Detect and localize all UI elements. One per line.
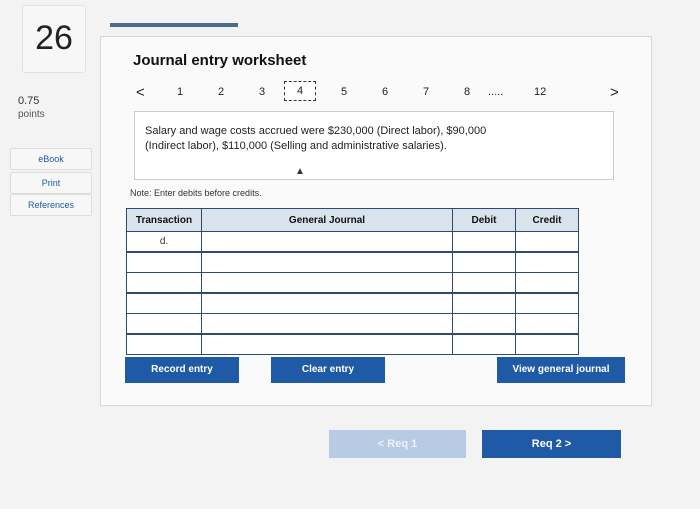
tab-7[interactable]: 7 — [423, 86, 429, 98]
table-row — [126, 272, 579, 294]
transaction-cell — [126, 292, 202, 314]
header-debit: Debit — [452, 208, 516, 232]
credit-input[interactable] — [515, 251, 579, 273]
tab-6[interactable]: 6 — [382, 86, 388, 98]
account-input[interactable] — [201, 272, 453, 294]
credit-input[interactable] — [515, 272, 579, 294]
clear-entry-button[interactable]: Clear entry — [271, 357, 385, 383]
credit-input[interactable] — [515, 313, 579, 335]
table-header-row: Transaction General Journal Debit Credit — [126, 208, 579, 232]
note-text: Note: Enter debits before credits. — [130, 188, 262, 198]
tab-5[interactable]: 5 — [341, 86, 347, 98]
prev-entry-arrow[interactable]: < — [136, 84, 145, 101]
table-row — [126, 292, 579, 314]
prompt-text: Salary and wage costs accrued were $230,… — [145, 124, 486, 154]
table-row — [126, 313, 579, 335]
journal-table: Transaction General Journal Debit Credit… — [126, 208, 579, 355]
debit-input[interactable] — [452, 272, 516, 294]
table-row — [126, 251, 579, 273]
account-input[interactable] — [201, 313, 453, 335]
record-entry-button[interactable]: Record entry — [125, 357, 239, 383]
header-general-journal: General Journal — [201, 208, 453, 232]
tab-2[interactable]: 2 — [218, 86, 224, 98]
credit-input[interactable] — [515, 292, 579, 314]
view-general-journal-button[interactable]: View general journal — [497, 357, 625, 383]
prompt-line-1: Salary and wage costs accrued were $230,… — [145, 125, 487, 137]
req2-button[interactable]: Req 2 > — [482, 430, 621, 458]
tab-3[interactable]: 3 — [259, 86, 265, 98]
table-row — [126, 333, 579, 355]
tab-8[interactable]: 8 — [464, 86, 470, 98]
req1-button: < Req 1 — [329, 430, 466, 458]
header-transaction: Transaction — [126, 208, 202, 232]
account-input[interactable] — [201, 333, 453, 355]
prompt-line-2: (Indirect labor), $110,000 (Selling and … — [145, 140, 447, 152]
debit-input[interactable] — [452, 251, 516, 273]
tab-4[interactable]: 4 — [284, 81, 317, 101]
header-bar — [110, 23, 238, 27]
debit-input[interactable] — [452, 313, 516, 335]
debit-input[interactable] — [452, 292, 516, 314]
references-button[interactable]: References — [10, 194, 92, 216]
next-entry-arrow[interactable]: > — [610, 84, 619, 101]
account-input[interactable] — [201, 292, 453, 314]
mouse-cursor-icon: ▲ — [295, 166, 305, 177]
prompt-box: Salary and wage costs accrued were $230,… — [134, 111, 614, 180]
ebook-button[interactable]: eBook — [10, 148, 92, 170]
credit-input[interactable] — [515, 333, 579, 355]
header-credit: Credit — [515, 208, 579, 232]
tab-12[interactable]: 12 — [534, 86, 546, 98]
debit-input[interactable] — [452, 333, 516, 355]
points-label: points — [18, 109, 45, 120]
account-input[interactable] — [201, 251, 453, 273]
credit-input[interactable] — [515, 231, 579, 253]
transaction-cell — [126, 333, 202, 355]
print-button[interactable]: Print — [10, 172, 92, 194]
transaction-cell — [126, 272, 202, 294]
question-number-box: 26 — [22, 5, 86, 73]
transaction-cell — [126, 251, 202, 273]
account-input[interactable] — [201, 231, 453, 253]
debit-input[interactable] — [452, 231, 516, 253]
tab-1[interactable]: 1 — [177, 86, 183, 98]
table-row: d. — [126, 231, 579, 253]
transaction-cell — [126, 313, 202, 335]
points-value: 0.75 — [18, 95, 40, 107]
tab-ellipsis: ..... — [488, 86, 504, 98]
transaction-cell: d. — [126, 231, 202, 253]
worksheet-title: Journal entry worksheet — [133, 52, 307, 69]
